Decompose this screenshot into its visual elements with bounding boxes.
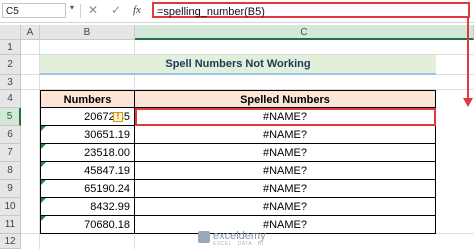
numbers-header[interactable]: Numbers [40,90,135,108]
spelled-cell[interactable]: #NAME? [135,198,436,216]
spelled-cell[interactable]: #NAME? [135,126,436,144]
row-header-4[interactable]: 4 [0,90,21,108]
warning-icon[interactable]: ! [113,112,123,122]
spelled-cell[interactable]: #NAME? [135,180,436,198]
column-header-a[interactable]: A [21,25,40,40]
select-all-corner[interactable] [0,25,21,40]
spelled-cell[interactable]: #NAME? [135,162,436,180]
row-header-11[interactable]: 11 [0,216,21,234]
column-header-b[interactable]: B [40,25,135,40]
formula-input[interactable]: =spelling_number(B5) [152,2,470,18]
name-box[interactable]: C5 [2,3,66,18]
fx-icon[interactable]: fx [133,4,141,16]
row-header-6[interactable]: 6 [0,126,21,144]
row-header-3[interactable]: 3 [0,75,21,90]
exceldemy-logo: exceldemy EXCEL · DATA · BI [198,229,298,247]
formula-bar: C5 ▾ ✕ ✓ fx =spelling_number(B5) [0,0,474,23]
logo-tagline: EXCEL · DATA · BI [213,241,264,247]
row-header-7[interactable]: 7 [0,144,21,162]
number-cell[interactable]: 65190.24 [40,180,135,198]
row-header-8[interactable]: 8 [0,162,21,180]
row-header-12[interactable]: 12 [0,234,21,249]
number-cell[interactable]: 30651.19 [40,126,135,144]
row-header-9[interactable]: 9 [0,180,21,198]
chevron-down-icon[interactable]: ▾ [70,3,74,12]
spelled-cell-selected[interactable]: #NAME? [135,108,436,126]
number-cell[interactable]: 8432.99 [40,198,135,216]
x-icon[interactable]: ✕ [88,3,98,17]
sheet-title[interactable]: Spell Numbers Not Working [40,55,436,75]
column-header-c[interactable]: C [135,25,474,40]
spelled-cell[interactable]: #NAME? [135,144,436,162]
spelled-numbers-header[interactable]: Spelled Numbers [135,90,436,108]
number-cell[interactable]: 45847.19 [40,162,135,180]
check-icon[interactable]: ✓ [111,3,121,17]
logo-mark-icon [198,231,210,243]
row-header-2[interactable]: 2 [0,55,21,75]
row-header-10[interactable]: 10 [0,198,21,216]
row-header-5[interactable]: 5 [0,108,21,126]
formula-bar-divider [80,4,81,18]
number-cell[interactable]: 70680.18 [40,216,135,234]
row-header-1[interactable]: 1 [0,40,21,55]
number-cell[interactable]: 23518.00 [40,144,135,162]
